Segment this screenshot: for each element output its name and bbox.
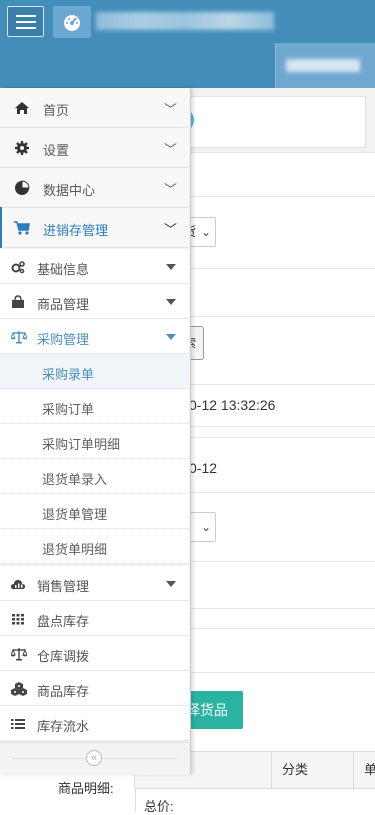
chevron-down-icon: ﹀ bbox=[163, 142, 177, 157]
caret-down-icon bbox=[166, 264, 176, 270]
dashboard-icon[interactable] bbox=[53, 6, 91, 38]
list-icon bbox=[11, 717, 25, 731]
sidebar-subitem-stock-flow[interactable]: 库存流水 bbox=[0, 706, 189, 741]
sidebar-subitem-transfer[interactable]: 仓库调拨 bbox=[0, 636, 189, 671]
grid-icon bbox=[11, 612, 25, 626]
bag-icon bbox=[11, 295, 25, 309]
goods-detail-label: 商品明细: bbox=[58, 781, 114, 796]
datetime-field[interactable]: 0-12 13:32:26 bbox=[189, 397, 275, 413]
sidebar-item-label: 进销存管理 bbox=[43, 223, 109, 238]
menu-toggle-button[interactable] bbox=[7, 6, 44, 37]
top-navbar bbox=[0, 0, 375, 48]
cart-icon bbox=[14, 220, 30, 236]
home-icon bbox=[14, 100, 30, 116]
sidebar-item-label: 库存流水 bbox=[37, 719, 90, 734]
sidebar-item-label: 采购管理 bbox=[37, 332, 90, 347]
sidebar-item-label: 退货单管理 bbox=[42, 507, 108, 522]
sidebar-subitem-goods[interactable]: 商品管理 bbox=[0, 284, 189, 319]
chevron-down-icon: ﹀ bbox=[163, 182, 177, 197]
sidebar-item-label: 商品管理 bbox=[37, 297, 90, 312]
sidebar-subitem-sales[interactable]: 销售管理 bbox=[0, 566, 189, 601]
table-divider bbox=[135, 787, 136, 812]
col-header-category[interactable]: 分类 bbox=[271, 752, 353, 788]
user-name-blurred bbox=[286, 59, 360, 72]
sidebar-item-data-center[interactable]: 数据中心 ﹀ bbox=[0, 168, 189, 208]
sidebar-item-label: 基础信息 bbox=[37, 262, 90, 277]
pie-chart-icon bbox=[14, 180, 30, 196]
sidebar-item-label: 盘点库存 bbox=[37, 614, 90, 629]
sidebar-leaf-purchase-order[interactable]: 采购订单 bbox=[0, 389, 189, 424]
sidebar-item-label: 采购订单 bbox=[42, 402, 95, 417]
chevron-down-icon: ⌄ bbox=[200, 520, 211, 534]
chevron-up-icon: ﹀ bbox=[163, 222, 177, 237]
sidebar-item-label: 首页 bbox=[43, 103, 70, 118]
sidebar-leaf-return-detail[interactable]: 退货单明细 bbox=[0, 529, 189, 564]
caret-down-icon bbox=[166, 334, 176, 340]
gear-icon bbox=[14, 140, 30, 156]
sidebar-subitem-purchase[interactable]: 采购管理 bbox=[0, 319, 189, 354]
sidebar-item-home[interactable]: 首页 ﹀ bbox=[0, 88, 189, 128]
sidebar-item-label: 仓库调拨 bbox=[37, 649, 90, 664]
sidebar-item-settings[interactable]: 设置 ﹀ bbox=[0, 128, 189, 168]
sidebar-item-label: 退货单录入 bbox=[42, 472, 108, 487]
cloud-chart-icon bbox=[11, 577, 25, 591]
sidebar-item-label: 设置 bbox=[43, 143, 70, 158]
cubes-icon bbox=[11, 682, 27, 696]
sidebar-item-inventory[interactable]: 进销存管理 ﹀ bbox=[0, 207, 189, 248]
app-title-blurred bbox=[96, 12, 274, 30]
sidebar-leaf-purchase-entry[interactable]: 采购录单 bbox=[0, 354, 189, 389]
total-price-label: 总价: bbox=[144, 799, 174, 814]
sidebar-item-label: 数据中心 bbox=[43, 183, 96, 198]
sidebar-subitem-stocktake[interactable]: 盘点库存 bbox=[0, 601, 189, 636]
balance-scale-icon bbox=[11, 647, 27, 661]
balance-scale-icon bbox=[11, 330, 27, 344]
double-chevron-left-icon[interactable]: « bbox=[86, 750, 102, 766]
caret-down-icon bbox=[166, 299, 176, 305]
sidebar-item-label: 退货单明细 bbox=[42, 542, 108, 557]
col-header-unit[interactable]: 单 bbox=[353, 752, 375, 788]
sidebar-item-label: 销售管理 bbox=[37, 579, 90, 594]
sidebar-item-label: 采购录单 bbox=[42, 367, 95, 382]
sidebar-subitem-goods-stock[interactable]: 商品库存 bbox=[0, 671, 189, 706]
caret-down-icon bbox=[166, 581, 176, 587]
chevron-down-icon: ⌄ bbox=[200, 225, 211, 239]
sidebar-item-label: 采购订单明细 bbox=[42, 437, 121, 452]
user-menu[interactable] bbox=[275, 43, 375, 88]
sidebar-item-label: 商品库存 bbox=[37, 684, 90, 699]
sidebar-subitem-basic-info[interactable]: 基础信息 bbox=[0, 249, 189, 284]
sidebar: 首页 ﹀ 设置 ﹀ 数据中心 ﹀ 进销存管理 ﹀ 基础信息 商品管理 采购管理 … bbox=[0, 88, 191, 775]
sidebar-leaf-return-manage[interactable]: 退货单管理 bbox=[0, 494, 189, 529]
sidebar-leaf-purchase-order-detail[interactable]: 采购订单明细 bbox=[0, 424, 189, 459]
sidebar-collapse-bar: « bbox=[0, 742, 189, 775]
cogs-icon bbox=[11, 260, 25, 274]
date-field[interactable]: 0-12 bbox=[189, 460, 217, 476]
chevron-down-icon: ﹀ bbox=[163, 102, 177, 117]
sidebar-leaf-return-entry[interactable]: 退货单录入 bbox=[0, 459, 189, 494]
